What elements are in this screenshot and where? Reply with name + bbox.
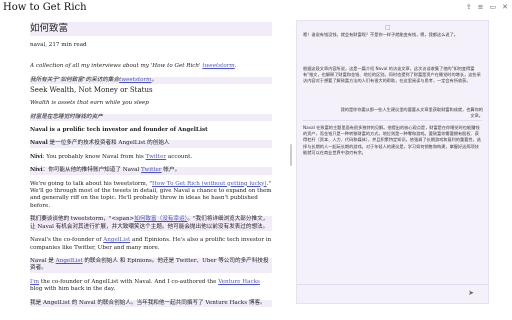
naval-intro-cn: Naval 是一位多产的技术投资者和 AngelList 的创始人 [30,140,272,148]
chat-message-assistant-2: Naval 在致富的主题里面有很多独特的见解。他提出的核心观点是，财富是在你睡觉… [303,125,481,155]
angellist-link-cn[interactable]: AngelList [56,258,83,264]
cofounder-cn: Naval 是 AngelList 的联合创始人 和 Epinions。他还是 … [30,257,272,273]
chat-message-assistant: 根据这段文章内容所说，这是一篇介绍 Naval 的访谈文章，这次访谈收集了他的"… [303,66,481,84]
tweetstorm-cn: 我们要谈谈他的 tweetstorm，"<span>如何致富（没有幸运）。"我们… [30,216,272,232]
send-icon[interactable]: ➤ [468,289,474,297]
how-to-get-rich-link[interactable]: How To Get Rich (without getting lucky) [152,181,267,187]
how-to-get-rich-link-cn[interactable]: 如何致富（没有幸运） [134,216,187,222]
intro-cn: 我所有关于"如何致富"的采访的集合tweetstorm。 [30,76,272,85]
close-icon[interactable]: ✕ [502,3,508,11]
tweetstorm-en: We're going to talk about his tweetstorm… [30,180,272,209]
top-bar: How to Get Rich ⇪ ≡ ▭ ✕ [0,0,512,18]
chat-message-user-2: 我的是你你要从那一些人生建议里的要要从文章里获取财富和成就，也算你的文章。 [340,107,483,119]
tweetstorm-link[interactable]: tweetstorm [202,63,234,69]
chat-input[interactable]: ➤ [297,284,488,303]
nivi-cn: Nivi：你可能从他的推特账户知道了 Naval Twitter 帐户。 [30,167,272,175]
section-heading: Seek Wealth, Not Money or Status [30,86,153,95]
naval-intro-en: Naval is a prolific tech investor and fo… [30,127,208,134]
chat-panel: □ 嗯！谁说有钱没钱，就会有财富呢？不是你一样子就能变有钱，嗯，我都这么说了。 … [296,20,489,304]
resize-handle[interactable] [290,144,292,166]
article-title-cn: 如何致富 [30,22,272,36]
share-icon[interactable]: ⇪ [466,3,472,11]
chat-message-user: 嗯！谁说有钱没钱，就会有财富呢？不是你一样子就能变有钱，嗯，我都这么说了。 [303,32,458,37]
window-icon[interactable]: ▭ [490,3,497,11]
nivi-cofounder-en: I'm the co-founder of AngelList with Nav… [30,278,260,293]
article-meta: naval, 217 min read [30,42,87,48]
angellist-link[interactable]: AngelList [103,237,130,243]
article: 如何致富 naval, 217 min read A collection of… [30,22,272,320]
im-link[interactable]: I'm [30,279,39,285]
twitter-link[interactable]: Twitter [146,154,167,160]
nivi-cofounder-cn: 我是 AngelList 的 Naval 的联合创始人。当年我和他一起共同撰写了… [30,299,272,307]
chat-divider [303,120,482,121]
wealth-cn: 财富是在您睡觉时赚钱的资产 [30,113,272,122]
chat-minimize-icon[interactable]: □ [385,24,391,31]
tweetstorm-link-cn[interactable]: tweetstorm [119,77,151,83]
nivi-en: Nivi: You probably know Naval from his T… [30,153,193,160]
venture-hacks-link[interactable]: Venture Hacks [218,279,260,285]
cofounder-en: Naval's the co-founder of AngelList and … [30,237,272,251]
twitter-link-cn[interactable]: Twitter [141,167,162,173]
wealth-en: Wealth is assets that earn while you sle… [30,100,149,107]
intro-en: A collection of all my interviews about … [30,63,237,70]
menu-icon[interactable]: ≡ [478,3,484,11]
top-icons: ⇪ ≡ ▭ ✕ [466,3,508,11]
page-title: How to Get Rich [3,2,87,13]
